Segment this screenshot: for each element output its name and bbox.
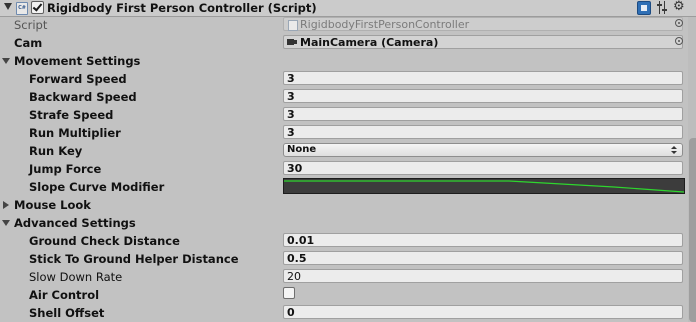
run-multiplier-row: Run Multiplier 3	[0, 124, 696, 142]
csharp-script-icon: C#	[16, 2, 28, 15]
script-file-icon	[288, 20, 298, 31]
strafe-speed-row: Strafe Speed 3	[0, 106, 696, 124]
backward-speed-label: Backward Speed	[29, 90, 137, 104]
stick-to-ground-row: Stick To Ground Helper Distance 0.5	[0, 250, 696, 268]
slope-curve-label: Slope Curve Modifier	[29, 180, 165, 194]
script-row: Script RigidbodyFirstPersonController	[0, 16, 696, 34]
backward-speed-input[interactable]: 3	[283, 89, 683, 103]
mouse-look-label: Mouse Look	[14, 198, 91, 212]
cam-row: Cam MainCamera (Camera)	[0, 34, 696, 52]
run-multiplier-input[interactable]: 3	[283, 125, 683, 139]
air-control-row: Air Control	[0, 286, 696, 304]
jump-force-row: Jump Force 30	[0, 160, 696, 178]
run-key-row: Run Key None	[0, 142, 696, 160]
strafe-speed-input[interactable]: 3	[283, 107, 683, 121]
shell-offset-row: Shell Offset 0	[0, 304, 696, 322]
movement-settings-label: Movement Settings	[14, 54, 141, 68]
mouse-look-foldout[interactable]: Mouse Look	[0, 196, 696, 214]
foldout-open-arrow-icon[interactable]	[2, 58, 10, 64]
movement-settings-foldout[interactable]: Movement Settings	[0, 52, 696, 70]
advanced-settings-foldout[interactable]: Advanced Settings	[0, 214, 696, 232]
slope-curve-line	[284, 180, 684, 193]
script-value: RigidbodyFirstPersonController	[300, 18, 470, 31]
stick-to-ground-input[interactable]: 0.5	[283, 251, 683, 265]
scrollbar-thumb[interactable]	[689, 138, 696, 322]
slow-down-rate-row: Slow Down Rate 20	[0, 268, 696, 286]
strafe-speed-label: Strafe Speed	[29, 108, 114, 122]
component-enable-checkbox[interactable]	[31, 1, 44, 14]
cam-label: Cam	[14, 36, 43, 50]
component-header[interactable]: C# Rigidbody First Person Controller (Sc…	[0, 0, 696, 17]
shell-offset-label: Shell Offset	[29, 306, 105, 320]
script-field[interactable]: RigidbodyFirstPersonController	[283, 17, 683, 31]
camera-icon	[287, 38, 297, 46]
component-title: Rigidbody First Person Controller (Scrip…	[47, 1, 317, 15]
preset-sliders-icon[interactable]	[656, 1, 668, 14]
foldout-open-arrow-icon[interactable]	[2, 220, 10, 226]
ground-check-distance-input[interactable]: 0.01	[283, 233, 683, 247]
run-key-label: Run Key	[29, 144, 83, 158]
ground-check-distance-row: Ground Check Distance 0.01	[0, 232, 696, 250]
slope-curve-row: Slope Curve Modifier	[0, 178, 696, 196]
object-picker-icon[interactable]	[675, 37, 683, 45]
jump-force-input[interactable]: 30	[283, 161, 683, 175]
run-key-dropdown[interactable]: None	[283, 143, 683, 157]
stick-to-ground-label: Stick To Ground Helper Distance	[29, 252, 239, 266]
air-control-checkbox[interactable]	[283, 287, 295, 299]
fold-arrow-icon[interactable]	[4, 3, 12, 10]
air-control-label: Air Control	[29, 288, 100, 302]
slow-down-rate-input[interactable]: 20	[283, 269, 683, 283]
foldout-closed-arrow-icon[interactable]	[3, 201, 9, 209]
forward-speed-label: Forward Speed	[29, 72, 127, 86]
shell-offset-input[interactable]: 0	[283, 305, 683, 319]
forward-speed-input[interactable]: 3	[283, 71, 683, 85]
forward-speed-row: Forward Speed 3	[0, 70, 696, 88]
cam-field[interactable]: MainCamera (Camera)	[283, 35, 683, 49]
ground-check-distance-label: Ground Check Distance	[29, 234, 180, 248]
script-label: Script	[14, 18, 48, 32]
slow-down-rate-label: Slow Down Rate	[29, 270, 123, 284]
backward-speed-row: Backward Speed 3	[0, 88, 696, 106]
run-multiplier-label: Run Multiplier	[29, 126, 121, 140]
cam-value: MainCamera (Camera)	[300, 36, 439, 49]
object-picker-icon[interactable]	[675, 19, 683, 27]
slope-curve-field[interactable]	[283, 178, 685, 194]
dropdown-arrows-icon	[671, 146, 677, 154]
gear-icon[interactable]: ⚙	[673, 0, 685, 14]
curve-graph	[284, 180, 684, 193]
help-book-icon[interactable]	[637, 1, 651, 15]
advanced-settings-label: Advanced Settings	[14, 216, 136, 230]
run-key-value: None	[287, 144, 317, 155]
jump-force-label: Jump Force	[29, 162, 102, 176]
